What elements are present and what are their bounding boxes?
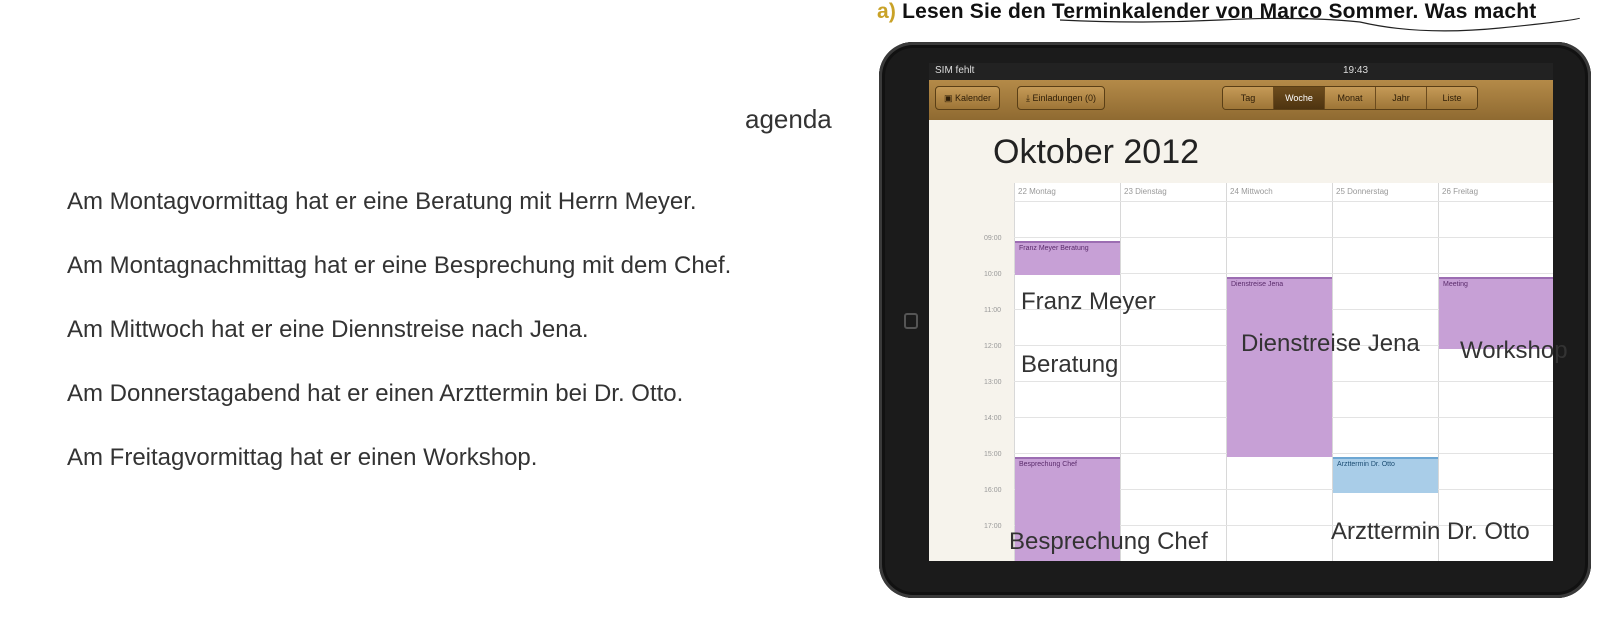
carrier-status: SIM fehlt	[935, 65, 975, 76]
overlay-label-workshop: Workshop	[1460, 337, 1568, 364]
overlay-label-dienstreise-jena: Dienstreise Jena	[1241, 330, 1420, 357]
hour-line	[1014, 237, 1553, 238]
hour-label: 12:00	[984, 343, 1002, 350]
sentence-item: Am Montagvormittag hat er eine Beratung …	[67, 188, 697, 215]
hour-label: 16:00	[984, 487, 1002, 494]
event-franz-meyer[interactable]: Franz Meyer Beratung	[1015, 241, 1120, 275]
day-header: 22 Montag	[1018, 187, 1056, 196]
hour-label: 11:00	[984, 307, 1001, 314]
sentence-item: Am Montagnachmittag hat er eine Besprech…	[67, 252, 732, 279]
home-button[interactable]	[904, 313, 918, 329]
day-header: 26 Freitag	[1442, 187, 1479, 196]
tab-day[interactable]: Tag	[1223, 87, 1274, 109]
month-title: Oktober 2012	[993, 133, 1200, 171]
agenda-label: agenda	[745, 104, 832, 134]
hour-label: 13:00	[984, 379, 1002, 386]
hour-line	[1014, 201, 1553, 202]
tab-year[interactable]: Jahr	[1376, 87, 1427, 109]
hour-label: 15:00	[984, 451, 1002, 458]
calendars-button[interactable]: ▣ Kalender	[935, 86, 1001, 110]
calendar-icon: ▣	[944, 93, 956, 103]
calendar-toolbar: ▣ Kalender ⤓ Einladungen (0) Tag Woche M…	[929, 80, 1553, 120]
overlay-label-beratung: Beratung	[1021, 351, 1119, 378]
tab-week[interactable]: Woche	[1274, 87, 1325, 109]
tab-month[interactable]: Monat	[1325, 87, 1376, 109]
overlay-label-besprechung-chef: Besprechung Chef	[1009, 528, 1208, 555]
sentence-list: Am Montagvormittag hat er eine Beratung …	[67, 186, 827, 506]
sentence-item: Am Mittwoch hat er eine Diennstreise nac…	[67, 316, 589, 343]
status-bar: SIM fehlt 19:43	[929, 63, 1553, 80]
day-header: 25 Donnerstag	[1336, 187, 1389, 196]
invitations-button[interactable]: ⤓ Einladungen (0)	[1017, 86, 1106, 110]
view-switcher: Tag Woche Monat Jahr Liste	[1222, 86, 1478, 110]
day-divider	[1120, 183, 1121, 561]
hour-label: 17:00	[984, 523, 1002, 530]
overlay-label-franz-meyer: Franz Meyer	[1021, 288, 1156, 315]
sentence-item: Am Freitagvormittag hat er einen Worksho…	[67, 444, 538, 471]
handwritten-underline	[1060, 17, 1580, 32]
sentence-item: Am Donnerstagabend hat er einen Arztterm…	[67, 380, 684, 407]
day-divider	[1438, 183, 1439, 561]
day-header: 24 Mittwoch	[1230, 187, 1273, 196]
calendars-button-label: Kalender	[955, 93, 992, 103]
day-divider	[1332, 183, 1333, 561]
overlay-label-arzttermin: Arzttermin Dr. Otto	[1331, 518, 1530, 545]
hour-label: 09:00	[984, 235, 1002, 242]
exercise-letter: a)	[877, 0, 897, 23]
tab-list[interactable]: Liste	[1427, 87, 1477, 109]
day-header: 23 Dienstag	[1124, 187, 1167, 196]
invitations-button-label: Einladungen (0)	[1032, 93, 1097, 103]
event-dienstreise[interactable]: Dienstreise Jena	[1227, 277, 1332, 457]
hour-label: 14:00	[984, 415, 1002, 422]
event-arzttermin[interactable]: Arzttermin Dr. Otto	[1333, 457, 1438, 493]
clock: 19:43	[1343, 65, 1369, 76]
hour-label: 10:00	[984, 271, 1002, 278]
